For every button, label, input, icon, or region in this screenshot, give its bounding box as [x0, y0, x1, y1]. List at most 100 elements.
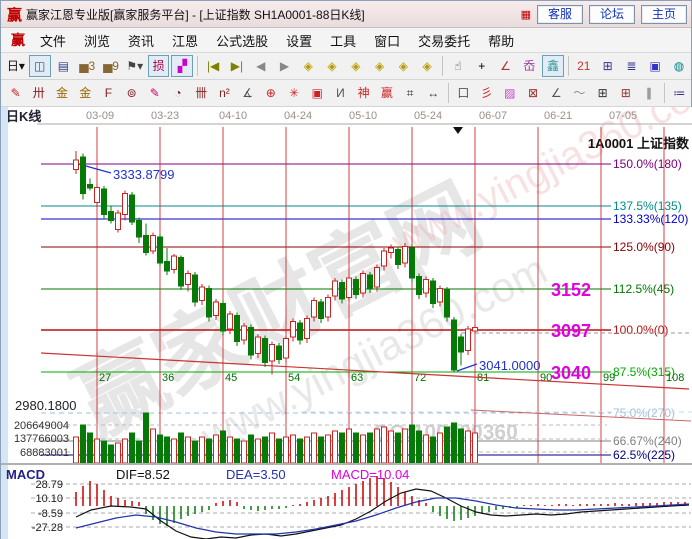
volume-bar [158, 435, 163, 463]
gann-tool-a-icon[interactable]: 岙 [518, 55, 540, 77]
grid-b-icon[interactable]: ⊞ [615, 82, 636, 104]
compress-h-icon[interactable]: ◈ [345, 55, 367, 77]
gann-tool-b-icon[interactable]: 鑫 [542, 55, 564, 77]
report-icon[interactable]: ≣ [620, 55, 642, 77]
sun-tool-icon[interactable]: 损 [148, 55, 170, 77]
starburst-icon[interactable]: ✳ [283, 82, 304, 104]
i-tool-icon[interactable]: И [330, 82, 351, 104]
candle-body [263, 339, 268, 363]
gann-level-label: 66.67%(240) [613, 434, 682, 448]
n-square-icon[interactable]: n² [214, 82, 235, 104]
customer-service-button[interactable]: 客服 [537, 5, 583, 24]
span-arrows-icon[interactable]: ↔ [423, 82, 444, 104]
volume-bar [172, 439, 177, 463]
menu-item-文件[interactable]: 文件 [31, 28, 75, 53]
candle-body [452, 320, 457, 370]
fan-lines-icon[interactable]: 彡 [476, 82, 497, 104]
menu-item-资讯[interactable]: 资讯 [119, 28, 163, 53]
menu-item-江恩[interactable]: 江恩 [163, 28, 207, 53]
shen-tool-icon[interactable]: 神 [353, 82, 374, 104]
zoom-area-icon[interactable]: ◫ [29, 55, 51, 77]
next-bar-icon[interactable]: ▶ [274, 55, 296, 77]
volume-bar [361, 435, 366, 463]
crosshair-tool-icon[interactable]: + [471, 55, 493, 77]
percent-brush-icon[interactable]: ✎ [144, 82, 165, 104]
candle-body [417, 277, 422, 295]
gann-ruler-icon[interactable]: 卅 [28, 82, 49, 104]
square-target-icon[interactable]: ▣ [307, 82, 328, 104]
hand-tool-icon[interactable]: ☝ [447, 55, 469, 77]
chart-9min-icon[interactable]: ▅9 [100, 55, 122, 77]
gann-price-label: 3040 [551, 363, 591, 383]
compress-v-icon[interactable]: ◈ [392, 55, 414, 77]
candle-body [361, 274, 366, 294]
grid-ruler-icon[interactable]: ⌗ [399, 82, 420, 104]
box-tool-icon[interactable]: 口 [453, 82, 474, 104]
symbol-label: 1A0001 上证指数 [588, 136, 690, 151]
expand-right-icon[interactable]: ◈ [321, 55, 343, 77]
candle-body [179, 258, 184, 287]
list-panel-icon[interactable]: ≔ [669, 82, 690, 104]
candle-body [256, 337, 261, 354]
volume-bar [347, 429, 352, 463]
target-circle-icon[interactable]: ⊕ [260, 82, 281, 104]
gann-square-icon[interactable]: ⊠ [522, 82, 543, 104]
prev-bar-icon[interactable]: ◀ [250, 55, 272, 77]
menu-item-公式选股[interactable]: 公式选股 [207, 28, 277, 53]
volume-bar [431, 437, 436, 463]
first-bar-icon[interactable]: |◀ [202, 55, 224, 77]
menu-item-窗口[interactable]: 窗口 [365, 28, 409, 53]
macd-scale-label: 28.79 [35, 479, 63, 491]
candle-body [95, 188, 100, 203]
menu-item-浏览[interactable]: 浏览 [75, 28, 119, 53]
candle-body [249, 328, 254, 356]
candle-body [347, 278, 352, 298]
volume-bar [151, 429, 156, 463]
candle-body [109, 212, 114, 221]
home-button[interactable]: 主页 [641, 5, 687, 24]
mirror-angle-icon[interactable]: ∡ [237, 82, 258, 104]
color-bars-icon[interactable]: ▞ [171, 55, 193, 77]
web-sync-icon[interactable]: ◍ [668, 55, 690, 77]
wave-tool-icon[interactable]: 〜 [569, 82, 590, 104]
brush-icon[interactable]: ✎ [5, 82, 26, 104]
chart-area[interactable]: 赢家财富网www.yingjia360.comwww.yingjia360.co… [1, 107, 692, 539]
grid-a-icon[interactable]: ⊞ [592, 82, 613, 104]
kline-period-icon[interactable]: 日▾ [5, 55, 27, 77]
hatch-icon[interactable]: ∥ [638, 82, 659, 104]
menu-item-工具[interactable]: 工具 [321, 28, 365, 53]
time-cycle-icon[interactable]: ◔ [167, 82, 188, 104]
toolbar-main: 日▾◫▤▅3▅9⚑▾损▞|◀▶|◀▶◈◈◈◈◈◈☝+∠岙鑫21⊞≣▣◍ [1, 53, 691, 80]
gann-box-icon[interactable]: ▨ [499, 82, 520, 104]
calculator-icon[interactable]: ⊞ [597, 55, 619, 77]
candle-body [389, 248, 394, 253]
forum-button[interactable]: 论坛 [589, 5, 635, 24]
spiral-icon[interactable]: ⊚ [121, 82, 142, 104]
calendar-icon[interactable]: 21 [573, 55, 595, 77]
expand-left-icon[interactable]: ◈ [297, 55, 319, 77]
titlebar-buttons: 客服论坛主页 [531, 5, 687, 24]
ying-tool-icon[interactable]: 赢 [376, 82, 397, 104]
toolbar-separator [442, 56, 443, 76]
volume-bar [165, 437, 170, 463]
candle-body [228, 314, 233, 329]
menu-items: 文件浏览资讯江恩公式选股设置工具窗口交易委托帮助 [31, 28, 523, 53]
gold-split-b-icon[interactable]: 金 [75, 82, 96, 104]
menu-item-帮助[interactable]: 帮助 [479, 28, 523, 53]
info-pad-icon[interactable]: ▤ [53, 55, 75, 77]
window-title: 赢家江恩专业版[赢家服务平台] - [上证指数 SH1A0001-88日K线] [26, 6, 513, 23]
angle-fan-icon[interactable]: ∠ [546, 82, 567, 104]
menu-item-设置[interactable]: 设置 [277, 28, 321, 53]
volume-bar [270, 433, 275, 463]
gold-split-a-icon[interactable]: 金 [51, 82, 72, 104]
expand-all-icon[interactable]: ◈ [416, 55, 438, 77]
menu-item-交易委托[interactable]: 交易委托 [409, 28, 479, 53]
last-bar-icon[interactable]: ▶| [226, 55, 248, 77]
chart-3min-icon[interactable]: ▅3 [76, 55, 98, 77]
angle-measure-icon[interactable]: ∠ [495, 55, 517, 77]
f-levels-icon[interactable]: F [98, 82, 119, 104]
expand-h-icon[interactable]: ◈ [369, 55, 391, 77]
ruler-b-icon[interactable]: 卌 [191, 82, 212, 104]
save-icon[interactable]: ▣ [644, 55, 666, 77]
flag-tool-icon[interactable]: ⚑▾ [124, 55, 146, 77]
